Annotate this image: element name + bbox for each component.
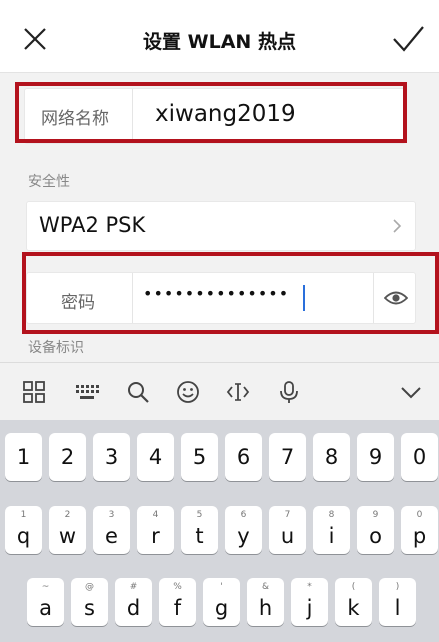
key-label: w: [58, 524, 77, 548]
key-label: y: [237, 524, 250, 548]
keyboard-icon[interactable]: [74, 379, 100, 405]
key-t[interactable]: 5t: [181, 506, 218, 554]
key-label: d: [126, 596, 141, 620]
key-3[interactable]: 3: [93, 433, 130, 481]
key-w[interactable]: 2w: [49, 506, 86, 554]
security-value: WPA2 PSK: [39, 213, 146, 237]
microphone-icon[interactable]: [276, 379, 302, 405]
status-bar: [0, 0, 439, 14]
key-label: 2: [60, 445, 75, 469]
key-hint: &: [261, 582, 270, 592]
key-p[interactable]: 0p: [401, 506, 438, 554]
key-2[interactable]: 2: [49, 433, 86, 481]
key-hint: ~: [41, 582, 50, 592]
top-app-bar: 设置 WLAN 热点: [0, 0, 439, 73]
key-label: 4: [148, 445, 163, 469]
security-selector[interactable]: WPA2 PSK: [26, 201, 416, 251]
key-l[interactable]: ) l: [379, 578, 416, 626]
key-label: 6: [236, 445, 251, 469]
key-6[interactable]: 6: [225, 433, 262, 481]
key-8[interactable]: 8: [313, 433, 350, 481]
emoji-icon[interactable]: [175, 379, 201, 405]
key-f[interactable]: % f: [159, 578, 196, 626]
key-hint: 2: [64, 510, 71, 520]
key-label: p: [412, 524, 427, 548]
key-hint: 0: [416, 510, 423, 520]
key-o[interactable]: 9o: [357, 506, 394, 554]
key-label: l: [394, 596, 401, 620]
key-label: 9: [368, 445, 383, 469]
key-label: 8: [324, 445, 339, 469]
key-label: h: [258, 596, 273, 620]
key-hint: 9: [372, 510, 379, 520]
key-9[interactable]: 9: [357, 433, 394, 481]
key-label: k: [347, 596, 360, 620]
key-label: u: [280, 524, 295, 548]
key-label: 1: [16, 445, 31, 469]
key-hint: 5: [196, 510, 203, 520]
key-d[interactable]: # d: [115, 578, 152, 626]
key-hint: 1: [20, 510, 27, 520]
key-a[interactable]: ~ a: [27, 578, 64, 626]
key-u[interactable]: 7u: [269, 506, 306, 554]
key-hint: 8: [328, 510, 335, 520]
key-label: e: [105, 524, 118, 548]
key-r[interactable]: 4r: [137, 506, 174, 554]
security-section-label: 安全性: [28, 174, 70, 190]
key-g[interactable]: ' g: [203, 578, 240, 626]
key-j[interactable]: * j: [291, 578, 328, 626]
cursor-icon[interactable]: [225, 379, 251, 405]
key-hint: 4: [152, 510, 159, 520]
key-label: i: [328, 524, 335, 548]
key-label: r: [151, 524, 160, 548]
key-hint: ): [395, 582, 400, 592]
chevron-down-icon[interactable]: [398, 379, 424, 405]
key-hint: *: [307, 582, 312, 592]
key-label: s: [84, 596, 95, 620]
grid-icon[interactable]: [21, 379, 47, 405]
key-label: f: [173, 596, 182, 620]
key-label: t: [195, 524, 204, 548]
key-label: 0: [412, 445, 427, 469]
ssid-highlight-box: [15, 82, 407, 143]
key-i[interactable]: 8i: [313, 506, 350, 554]
key-label: o: [369, 524, 382, 548]
key-hint: (: [351, 582, 356, 592]
key-label: g: [214, 596, 229, 620]
key-y[interactable]: 6y: [225, 506, 262, 554]
search-icon[interactable]: [125, 379, 151, 405]
key-hint: ': [220, 582, 223, 592]
key-k[interactable]: (k: [335, 578, 372, 626]
key-label: a: [39, 596, 52, 620]
key-5[interactable]: 5: [181, 433, 218, 481]
page-title: 设置 WLAN 热点: [143, 31, 296, 53]
key-label: 5: [192, 445, 207, 469]
key-hint: 7: [284, 510, 291, 520]
key-label: 3: [104, 445, 119, 469]
keyboard: 1 2 3 4 5 6 7 8 9 0 1 q 2 w 3 e 4 r 5 t 6 y 7 u 8 i 9 o 0 p ~ a @ s # d% f ' g…: [0, 420, 439, 642]
check-icon[interactable]: [390, 22, 426, 56]
device-id-label: 设备标识: [28, 340, 84, 356]
key-h[interactable]: & h: [247, 578, 284, 626]
key-label: 7: [280, 445, 295, 469]
key-s[interactable]: @ s: [71, 578, 108, 626]
chevron-right-icon: [393, 219, 402, 233]
key-hint: @: [85, 582, 94, 592]
key-hint: %: [173, 582, 182, 592]
key-hint: 6: [240, 510, 247, 520]
key-1[interactable]: 1: [5, 433, 42, 481]
key-hint: 3: [108, 510, 115, 520]
key-hint: #: [129, 582, 138, 592]
key-label: q: [16, 524, 31, 548]
key-4[interactable]: 4: [137, 433, 174, 481]
key-label: j: [306, 596, 313, 620]
password-highlight-box: [22, 252, 439, 334]
key-0[interactable]: 0: [401, 433, 438, 481]
keyboard-toolbar: [0, 362, 439, 421]
key-e[interactable]: 3e: [93, 506, 130, 554]
key-q[interactable]: 1q: [5, 506, 42, 554]
key-7[interactable]: 7: [269, 433, 306, 481]
